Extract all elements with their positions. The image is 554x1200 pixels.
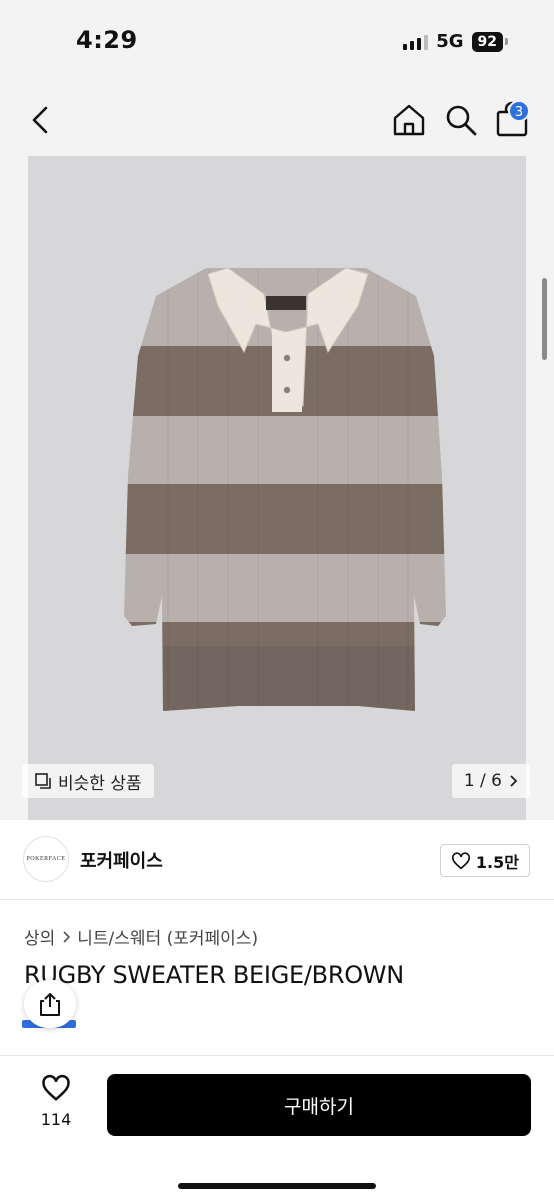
product-title: RUGBY SWEATER BEIGE/BROWN <box>24 961 404 989</box>
breadcrumb: 상의 니트/스웨터 (포커페이스) <box>24 924 258 949</box>
heart-icon <box>42 1074 70 1101</box>
shop-logo[interactable]: POKERFACE <box>23 836 69 882</box>
shop-like-button[interactable]: 1.5만 <box>439 844 530 877</box>
chevron-right-icon <box>63 930 71 943</box>
breadcrumb-subcategory[interactable]: 니트/스웨터 (포커페이스) <box>77 924 258 949</box>
shop-name[interactable]: 포커페이스 <box>80 847 163 873</box>
search-icon[interactable] <box>443 102 479 138</box>
battery-icon: 92 <box>471 31 508 52</box>
similar-products-button[interactable]: 비슷한 상품 <box>22 764 154 798</box>
buy-button-label: 구매하기 <box>284 1095 354 1118</box>
back-arrow-icon[interactable] <box>26 102 56 138</box>
chevron-right-icon <box>510 775 518 787</box>
shop-like-count: 1.5만 <box>475 852 519 872</box>
bottom-action-bar: 114 구매하기 <box>0 1055 554 1200</box>
home-icon[interactable] <box>391 102 427 138</box>
home-indicator[interactable] <box>178 1183 376 1189</box>
breadcrumb-category[interactable]: 상의 <box>24 924 55 949</box>
product-gallery[interactable]: 비슷한 상품 1 / 6 <box>0 156 554 820</box>
buy-button[interactable]: 구매하기 <box>107 1074 531 1136</box>
share-icon <box>40 993 60 1016</box>
signal-icon <box>403 34 429 50</box>
scrollbar[interactable] <box>542 278 547 360</box>
network-label: 5G <box>436 31 464 52</box>
sweater-illustration <box>28 156 526 820</box>
similar-products-label: 비슷한 상품 <box>58 773 142 794</box>
status-indicators: 5G 92 <box>403 31 508 52</box>
product-image[interactable] <box>28 156 526 820</box>
heart-icon <box>451 851 470 869</box>
wish-count: 114 <box>40 1110 72 1129</box>
cart-count-badge: 3 <box>508 100 530 122</box>
image-page-text: 1 / 6 <box>463 771 502 791</box>
battery-level: 92 <box>471 31 503 52</box>
status-time: 4:29 <box>76 26 138 54</box>
wish-button[interactable]: 114 <box>30 1074 82 1129</box>
shop-row[interactable]: POKERFACE 포커페이스 1.5만 <box>0 820 554 900</box>
status-bar: 4:29 5G 92 <box>0 0 554 84</box>
share-button[interactable] <box>24 980 76 1028</box>
copy-icon <box>35 773 51 789</box>
top-nav <box>0 84 554 156</box>
image-page-indicator[interactable]: 1 / 6 <box>451 764 530 798</box>
